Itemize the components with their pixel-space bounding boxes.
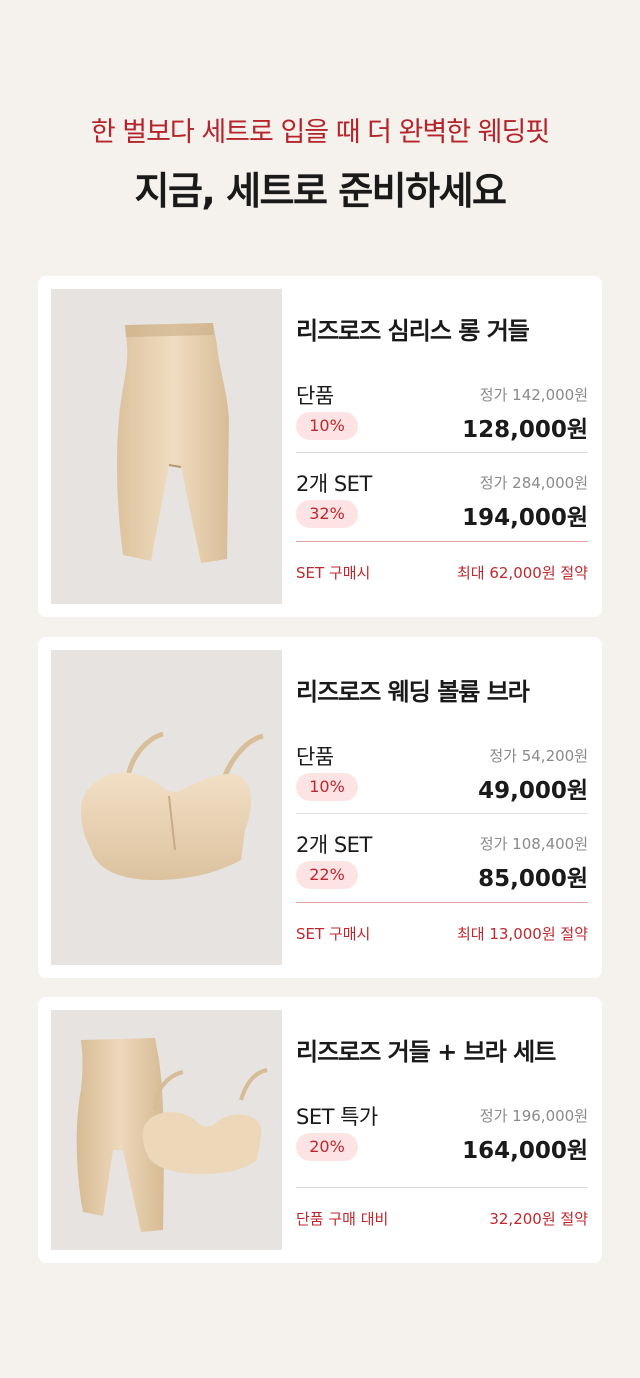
hero-title: 지금, 세트로 준비하세요 bbox=[134, 169, 508, 213]
option-label: 2개 SET bbox=[296, 833, 372, 857]
discount-badge: 10% bbox=[296, 412, 358, 440]
option-label: 단품 bbox=[296, 745, 334, 769]
savings-amount: 최대 13,000원 절약 bbox=[456, 925, 588, 943]
discount-badge: 10% bbox=[296, 773, 358, 801]
regular-price: 정가 284,000원 bbox=[479, 474, 588, 492]
savings-amount: 32,200원 절약 bbox=[489, 1210, 588, 1228]
divider bbox=[296, 452, 588, 453]
product-card-girdle[interactable]: 리즈로즈 심리스 롱 거들 단품 10% 정가 142,000원 128,000… bbox=[38, 276, 602, 617]
discount-badge: 22% bbox=[296, 861, 358, 889]
sale-price: 194,000원 bbox=[462, 505, 588, 531]
option-label: 2개 SET bbox=[296, 472, 372, 496]
divider bbox=[296, 541, 588, 542]
sale-price: 49,000원 bbox=[478, 778, 588, 804]
set-option[interactable]: 2개 SET 32% 정가 284,000원 194,000원 bbox=[296, 468, 588, 548]
savings-amount: 최대 62,000원 절약 bbox=[456, 564, 588, 582]
discount-badge: 20% bbox=[296, 1133, 358, 1161]
sale-price: 164,000원 bbox=[462, 1138, 588, 1164]
savings-label: SET 구매시 bbox=[296, 564, 371, 582]
product-name: 리즈로즈 웨딩 볼륨 브라 bbox=[296, 678, 530, 706]
sale-price: 85,000원 bbox=[478, 866, 588, 892]
bra-image bbox=[51, 650, 282, 965]
regular-price: 정가 108,400원 bbox=[479, 835, 588, 853]
hero-section: 한 벌보다 세트로 입을 때 더 완벽한 웨딩핏 지금, 세트로 준비하세요 bbox=[0, 0, 640, 216]
option-label: 단품 bbox=[296, 384, 334, 408]
option-label: SET 특가 bbox=[296, 1105, 378, 1129]
product-card-bra[interactable]: 리즈로즈 웨딩 볼륨 브라 단품 10% 정가 54,200원 49,000원 … bbox=[38, 637, 602, 978]
divider bbox=[296, 902, 588, 903]
single-option[interactable]: 단품 10% 정가 54,200원 49,000원 bbox=[296, 741, 588, 821]
sale-price: 128,000원 bbox=[462, 417, 588, 443]
set-image bbox=[51, 1010, 282, 1250]
discount-badge: 32% bbox=[296, 500, 358, 528]
hero-subtitle: 한 벌보다 세트로 입을 때 더 완벽한 웨딩핏 bbox=[90, 117, 550, 148]
regular-price: 정가 54,200원 bbox=[489, 747, 588, 765]
regular-price: 정가 142,000원 bbox=[479, 386, 588, 404]
divider bbox=[296, 1187, 588, 1188]
set-option[interactable]: 2개 SET 22% 정가 108,400원 85,000원 bbox=[296, 829, 588, 909]
set-option[interactable]: SET 특가 20% 정가 196,000원 164,000원 bbox=[296, 1101, 588, 1181]
savings-label: 단품 구매 대비 bbox=[296, 1210, 389, 1228]
product-name: 리즈로즈 거들 + 브라 세트 bbox=[296, 1038, 556, 1066]
product-card-set[interactable]: 리즈로즈 거들 + 브라 세트 SET 특가 20% 정가 196,000원 1… bbox=[38, 997, 602, 1263]
divider bbox=[296, 813, 588, 814]
single-option[interactable]: 단품 10% 정가 142,000원 128,000원 bbox=[296, 380, 588, 460]
girdle-image bbox=[51, 289, 282, 604]
savings-label: SET 구매시 bbox=[296, 925, 371, 943]
regular-price: 정가 196,000원 bbox=[479, 1107, 588, 1125]
product-name: 리즈로즈 심리스 롱 거들 bbox=[296, 317, 530, 345]
